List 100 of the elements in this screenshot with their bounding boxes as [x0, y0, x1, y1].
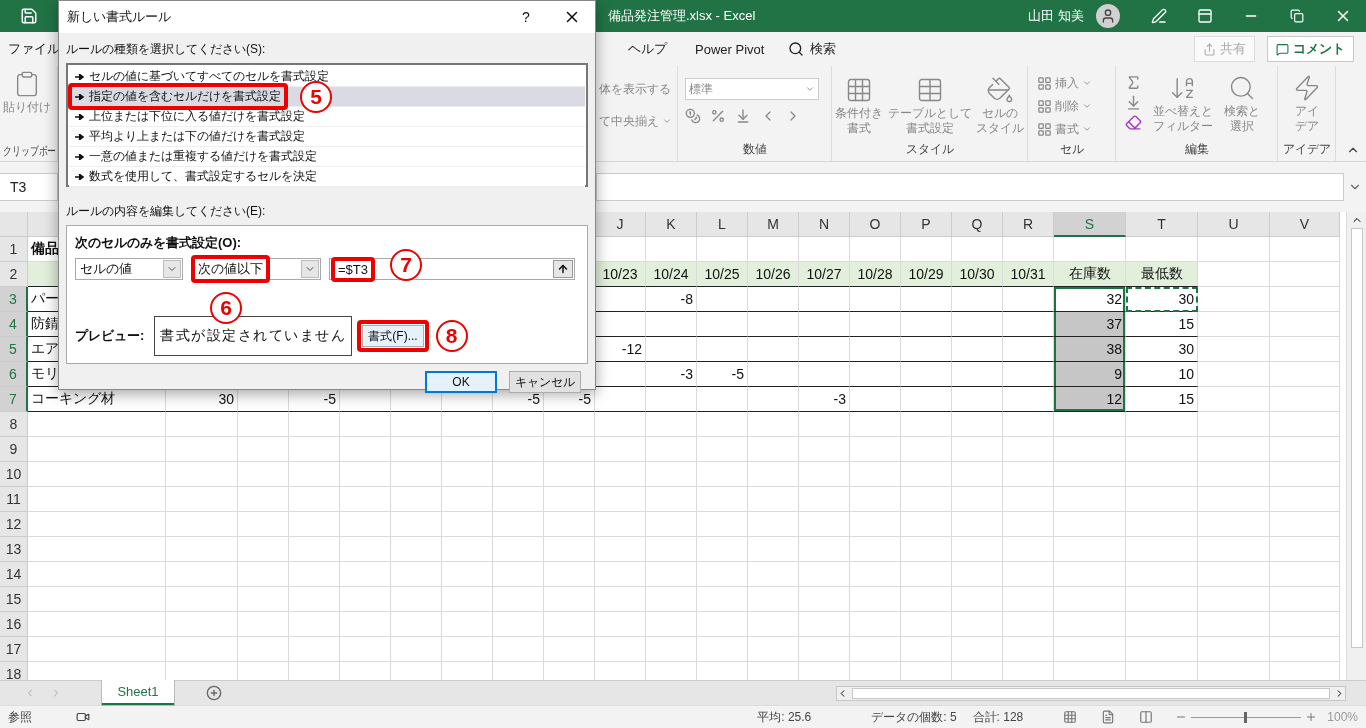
column-header[interactable]: T: [1126, 212, 1198, 237]
table-cell: 10/30: [952, 262, 1003, 287]
comment-button[interactable]: コメント: [1267, 36, 1354, 62]
horizontal-scrollbar[interactable]: [836, 685, 1346, 701]
collapse-dialog-button[interactable]: [553, 260, 573, 278]
table-cell: 10/28: [850, 262, 901, 287]
table-cell: 10/27: [799, 262, 850, 287]
row-header[interactable]: 11: [0, 487, 28, 512]
scroll-thumb[interactable]: [1350, 228, 1363, 648]
column-header[interactable]: K: [646, 212, 697, 237]
zoom-in-icon[interactable]: [1305, 711, 1318, 723]
rule-type-item[interactable]: 平均より上または下の値だけを書式設定: [69, 127, 585, 147]
page-layout-icon[interactable]: [1101, 710, 1116, 724]
row-header[interactable]: 10: [0, 462, 28, 487]
row-header[interactable]: 16: [0, 612, 28, 637]
column-header[interactable]: M: [748, 212, 799, 237]
add-sheet-icon[interactable]: [206, 685, 222, 701]
column-header[interactable]: P: [901, 212, 952, 237]
group-label: 編集: [1184, 141, 1209, 158]
row-header[interactable]: 3: [0, 287, 28, 312]
column-header[interactable]: J: [595, 212, 646, 237]
rule-type-item[interactable]: 上位または下位に入る値だけを書式設定: [69, 107, 585, 127]
table-icon: [845, 76, 873, 104]
dropdown-arrow-button[interactable]: [163, 260, 181, 278]
row-header[interactable]: 15: [0, 587, 28, 612]
ribbon-display-icon[interactable]: [1197, 8, 1213, 24]
caret-icon: [1082, 124, 1092, 134]
cancel-button[interactable]: キャンセル: [509, 371, 581, 393]
table-cell: 在庫数: [1054, 262, 1126, 287]
search-icon[interactable]: [788, 41, 805, 57]
status-count: データの個数: 5: [871, 708, 957, 726]
vertical-scrollbar[interactable]: [1346, 212, 1366, 680]
column-header[interactable]: L: [697, 212, 748, 237]
column-header[interactable]: U: [1198, 212, 1270, 237]
sheet-tab[interactable]: Sheet1: [102, 680, 174, 705]
name-box[interactable]: T3: [0, 173, 58, 201]
page-break-icon[interactable]: [1139, 710, 1154, 724]
scroll-thumb[interactable]: [852, 687, 1330, 699]
row-header[interactable]: 2: [0, 262, 28, 287]
row-header[interactable]: 18: [0, 662, 28, 680]
row-header[interactable]: 4: [0, 312, 28, 337]
table-cell: 37: [1054, 312, 1126, 337]
save-icon[interactable]: [20, 7, 38, 25]
table-cell: 30: [1126, 287, 1198, 312]
currency-icon[interactable]: [685, 108, 701, 124]
table-cell: 12: [1054, 387, 1126, 412]
column-header[interactable]: N: [799, 212, 850, 237]
search-label[interactable]: 検索: [804, 40, 851, 58]
row-header[interactable]: 12: [0, 512, 28, 537]
menu-tab[interactable]: Power Pivot: [681, 41, 779, 57]
normal-view-icon[interactable]: [1063, 710, 1078, 724]
macro-record-icon[interactable]: [76, 710, 90, 724]
arrow-icon: [75, 73, 85, 80]
rule-type-item[interactable]: 一意の値または重複する値だけを書式設定: [69, 147, 585, 167]
field-dropdown[interactable]: セルの値: [75, 258, 183, 280]
table-cell: 10/31: [1003, 262, 1054, 287]
row-header[interactable]: 5: [0, 337, 28, 362]
avatar[interactable]: [1096, 4, 1120, 28]
status-mode: 参照: [8, 708, 32, 726]
column-header[interactable]: V: [1270, 212, 1340, 237]
table-cell: -3: [799, 387, 850, 412]
menu-tab[interactable]: ヘルプ: [614, 40, 681, 58]
row-header[interactable]: 6: [0, 362, 28, 387]
paint-icon: [986, 76, 1014, 104]
row-header[interactable]: 1: [0, 237, 28, 262]
comma-icon[interactable]: [735, 108, 751, 124]
percent-icon[interactable]: [710, 108, 726, 124]
row-header[interactable]: 9: [0, 437, 28, 462]
comment-icon: [1276, 42, 1289, 56]
column-header[interactable]: S: [1054, 212, 1126, 237]
number-format-dropdown[interactable]: 標準: [685, 78, 819, 100]
zoom-thumb[interactable]: [1244, 711, 1248, 723]
column-header[interactable]: R: [1003, 212, 1054, 237]
format-button[interactable]: 書式(F)...: [362, 325, 424, 347]
table-cell: 10/25: [697, 262, 748, 287]
dropdown-arrow-button[interactable]: [301, 260, 319, 278]
column-header[interactable]: O: [850, 212, 901, 237]
formula-field[interactable]: [596, 173, 1344, 201]
table-cell: 10/24: [646, 262, 697, 287]
table-cell: -12: [595, 337, 646, 362]
row-header[interactable]: 13: [0, 537, 28, 562]
step-number: 6: [210, 292, 242, 324]
row-header[interactable]: 17: [0, 637, 28, 662]
row-header[interactable]: 8: [0, 412, 28, 437]
fill-icon[interactable]: [1125, 94, 1142, 111]
caret-icon: [1082, 101, 1092, 111]
ok-button[interactable]: OK: [425, 371, 497, 393]
eraser-icon[interactable]: [1125, 114, 1142, 131]
column-header[interactable]: Q: [952, 212, 1003, 237]
table-cell: 10/26: [748, 262, 799, 287]
rule-edit-label: ルールの内容を編集してください(E):: [66, 203, 267, 220]
status-sum: 合計: 128: [972, 708, 1024, 726]
pen-icon[interactable]: [1151, 8, 1167, 24]
grid-icon: [1037, 98, 1052, 114]
row-header[interactable]: 14: [0, 562, 28, 587]
rule-type-item[interactable]: 数式を使用して、書式設定するセルを決定: [69, 167, 585, 187]
table-cell: -8: [646, 287, 697, 312]
restore-icon[interactable]: [1290, 9, 1304, 23]
row-header[interactable]: 7: [0, 387, 28, 412]
help-button[interactable]: ?: [503, 1, 549, 33]
